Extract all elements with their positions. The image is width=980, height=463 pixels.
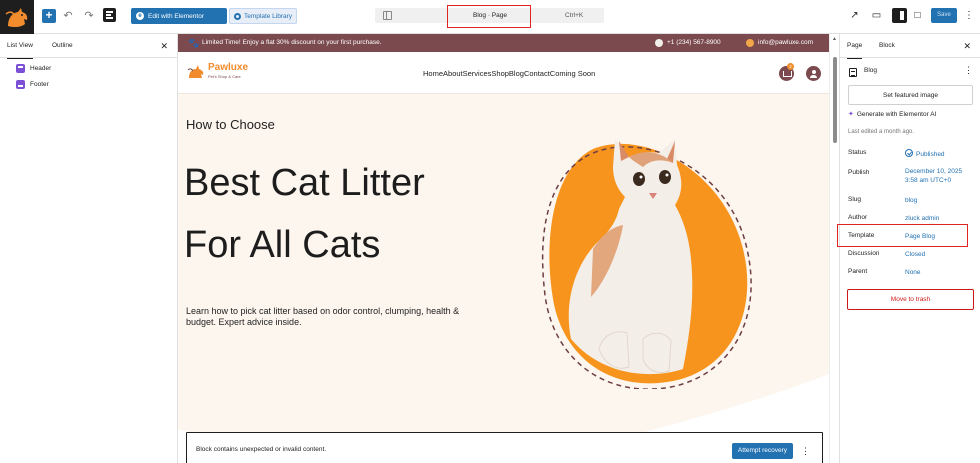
editor-toolbar: + ↶ ↷ e Edit with Elementor Template Lib…: [0, 0, 980, 34]
promo-text: Limited Time! Enjoy a flat 30% discount …: [202, 39, 382, 46]
email-address[interactable]: info@pawluxe.com: [758, 34, 813, 52]
author-value[interactable]: zluck admin: [905, 214, 939, 223]
tab-outline[interactable]: Outline: [52, 34, 73, 58]
nav-item-blog[interactable]: Blog: [509, 69, 524, 78]
status-value[interactable]: Published: [905, 149, 945, 159]
hero-title-line-1: Best Cat Litter: [184, 162, 425, 204]
page-icon: [849, 68, 857, 77]
elementor-icon: e: [136, 12, 144, 20]
status-label: Status: [848, 149, 867, 156]
save-button[interactable]: Save: [931, 8, 957, 23]
undo-icon[interactable]: ↶: [61, 9, 75, 23]
desktop-icon[interactable]: ▭: [871, 10, 882, 21]
redo-icon[interactable]: ↷: [82, 9, 96, 23]
brand-tagline: Pet's Shop & Care: [208, 74, 241, 79]
hero-section: How to Choose Best Cat Litter For All Ca…: [178, 94, 829, 463]
list-item-header[interactable]: Header: [16, 63, 51, 74]
promo-bar: 🐾 Limited Time! Enjoy a flat 30% discoun…: [178, 34, 829, 52]
invalid-block-message: Block contains unexpected or invalid con…: [196, 446, 327, 453]
cat-logo-icon: [187, 65, 204, 78]
main-navigation: Home About Services Shop Blog Contact Coming S…: [423, 52, 595, 94]
external-link-icon[interactable]: ↗: [849, 10, 860, 21]
last-edited-text: Last edited a month ago.: [848, 129, 915, 135]
list-item-label: Footer: [30, 81, 49, 88]
edit-with-elementor-button[interactable]: e Edit with Elementor: [131, 8, 227, 24]
canvas-scrollbar[interactable]: ▲: [829, 34, 839, 463]
edit-with-elementor-label: Edit with Elementor: [148, 12, 204, 20]
options-more-icon[interactable]: ⋮: [964, 8, 974, 23]
editor-canvas: 🐾 Limited Time! Enjoy a flat 30% discoun…: [178, 34, 829, 463]
add-block-button[interactable]: +: [42, 9, 56, 23]
parent-label: Parent: [848, 268, 868, 275]
tab-block[interactable]: Block: [879, 34, 895, 58]
parent-value[interactable]: None: [905, 268, 921, 277]
nav-item-shop[interactable]: Shop: [491, 69, 509, 78]
publish-date-value[interactable]: December 10, 2025 3:58 am UTC+0: [905, 167, 962, 185]
status-value-text: Published: [916, 151, 945, 158]
sparkle-icon: ✦: [848, 111, 854, 118]
slug-label: Slug: [848, 196, 862, 203]
kitten-hero-image: [541, 139, 752, 389]
tab-page[interactable]: Page: [847, 34, 863, 59]
author-label: Author: [848, 214, 868, 221]
template-library-icon: [234, 12, 241, 20]
invalid-block-warning: Block contains unexpected or invalid con…: [186, 432, 823, 463]
site-header: Pawluxe Pet's Shop & Care Home About Servi…: [178, 52, 829, 94]
layout-icon: [383, 11, 392, 20]
brand-name: Pawluxe: [208, 62, 249, 73]
scroll-up-arrow-icon[interactable]: ▲: [832, 36, 837, 42]
hero-description: Learn how to pick cat litter based on od…: [186, 306, 460, 327]
left-panel-tabs: List View Outline ✕: [0, 34, 177, 59]
phone-number[interactable]: +1 (234) 567-8900: [667, 34, 721, 52]
page-title: Blog: [864, 67, 878, 74]
comment-icon[interactable]: □: [912, 10, 923, 21]
hero-title-line-2: For All Cats: [184, 224, 381, 266]
page-actions-icon[interactable]: ⋮: [964, 65, 973, 76]
publish-date: December 10, 2025: [905, 168, 963, 175]
move-to-trash-button[interactable]: Move to trash: [847, 289, 974, 310]
scroll-thumb[interactable]: [833, 57, 837, 143]
hero-kicker: How to Choose: [186, 117, 275, 132]
published-check-icon: [905, 149, 913, 157]
template-library-button[interactable]: Template Library: [229, 8, 297, 24]
template-part-icon: [16, 64, 25, 73]
sidebar-tabs: Page Block ✕: [840, 34, 980, 59]
discussion-value[interactable]: Closed: [905, 250, 925, 259]
close-icon[interactable]: ✕: [963, 34, 971, 58]
command-shortcut: Ctrl+K: [565, 12, 584, 19]
mail-icon: [746, 39, 754, 47]
site-logo-icon[interactable]: [0, 0, 34, 34]
cart-count-badge: 2: [787, 63, 794, 70]
publish-time: 3:58 am UTC+0: [905, 177, 952, 184]
publish-label: Publish: [848, 169, 870, 176]
attempt-recovery-button[interactable]: Attempt recovery: [732, 443, 793, 459]
tab-list-view[interactable]: List View: [7, 34, 33, 59]
generate-ai-button[interactable]: ✦ Generate with Elementor AI: [848, 111, 936, 119]
phone-icon: [655, 39, 663, 47]
user-account-icon[interactable]: [806, 66, 821, 81]
nav-item-about[interactable]: About: [443, 69, 463, 78]
nav-item-contact[interactable]: Contact: [524, 69, 550, 78]
paw-icon: 🐾: [188, 38, 200, 48]
highlight-box-title: [447, 5, 531, 28]
document-overview-button[interactable]: [103, 8, 116, 22]
highlight-box-template: [837, 224, 968, 247]
list-item-label: Header: [30, 65, 52, 72]
set-featured-image-button[interactable]: Set featured image: [848, 85, 973, 105]
template-part-icon: [16, 80, 25, 89]
nav-item-services[interactable]: Services: [463, 69, 492, 78]
nav-item-coming-soon[interactable]: Coming Soon: [550, 69, 595, 78]
discussion-label: Discussion: [848, 250, 880, 257]
generate-ai-label: Generate with Elementor AI: [856, 111, 937, 118]
list-item-footer[interactable]: Footer: [16, 79, 49, 90]
nav-item-home[interactable]: Home: [423, 69, 443, 78]
list-view-panel: List View Outline ✕ Header Footer: [0, 34, 178, 463]
settings-sidebar-icon[interactable]: [892, 8, 907, 23]
close-icon[interactable]: ✕: [160, 34, 168, 58]
slug-value[interactable]: blog: [905, 196, 917, 205]
block-options-icon[interactable]: ⋮: [801, 443, 810, 459]
brand-logo[interactable]: Pawluxe Pet's Shop & Care: [187, 62, 257, 84]
template-library-label: Template Library: [244, 12, 293, 20]
settings-sidebar: Page Block ✕ Blog ⋮ Set featured image ✦…: [837, 34, 980, 463]
